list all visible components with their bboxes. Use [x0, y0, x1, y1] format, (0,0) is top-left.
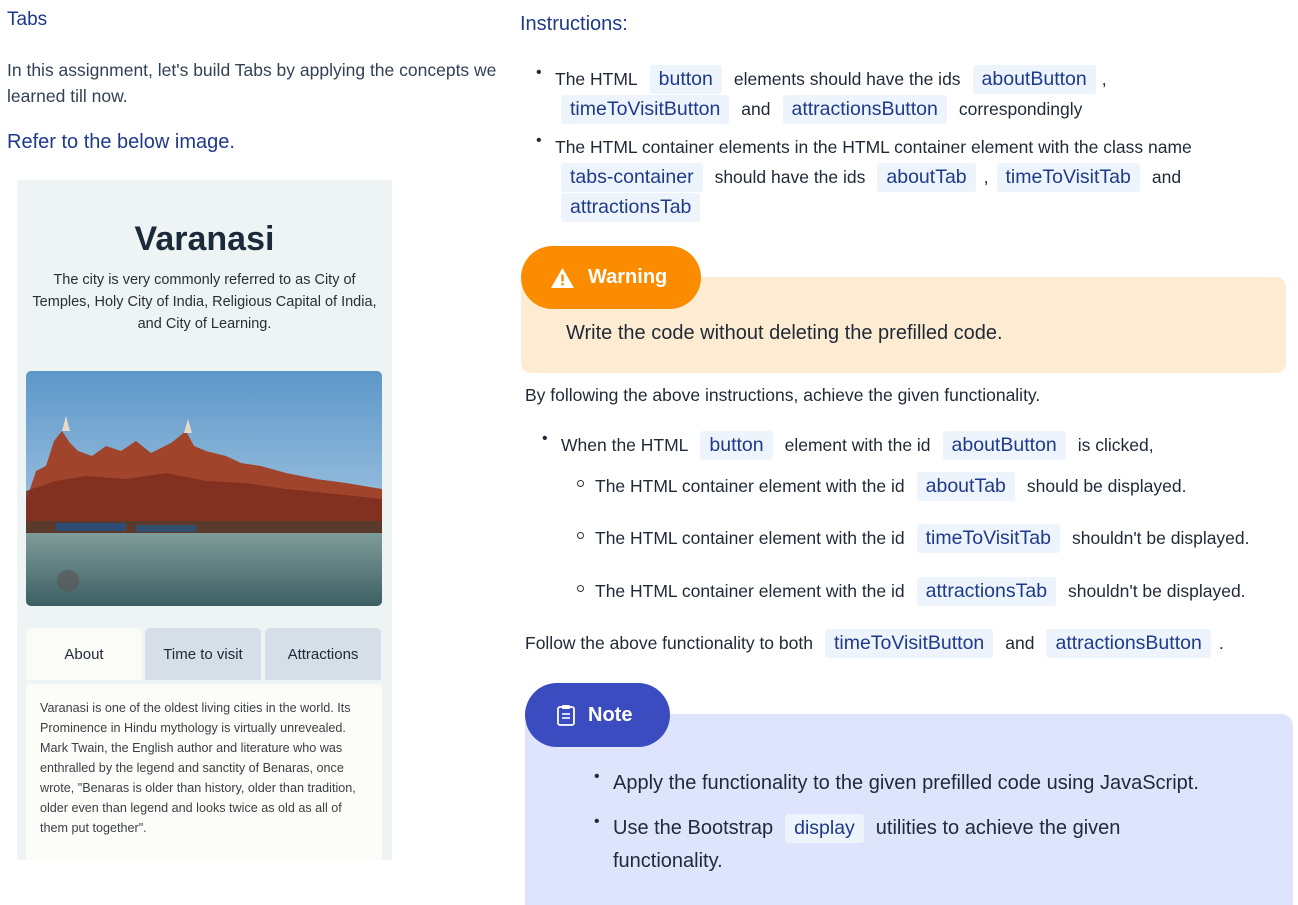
code-time-to-visit-button-2: timeToVisitButton [824, 628, 994, 658]
note-item-1: Apply the functionality to the given pre… [580, 768, 1199, 798]
note-item-2: Use the Bootstrap display utilities to a… [580, 813, 1120, 843]
note-label: Note [588, 703, 633, 726]
preview-heading: Varanasi [134, 220, 275, 258]
varanasi-photo [26, 371, 382, 606]
code-about-button: aboutButton [972, 64, 1096, 94]
follow-text: Follow the above functionality to both t… [525, 628, 1224, 658]
warning-text: Write the code without deleting the pref… [566, 322, 1003, 344]
warning-label: Warning [588, 266, 668, 288]
code-about-button-2: aboutButton [942, 430, 1066, 460]
cursor-indicator [57, 570, 79, 592]
clipboard-icon [556, 704, 576, 726]
note-item-2-cont: functionality. [613, 849, 723, 872]
tab-attractions[interactable]: Attractions [265, 628, 381, 680]
reference-image: Varanasi The city is very commonly refer… [17, 180, 392, 860]
preview-description: The city is very commonly referred to as… [32, 272, 377, 332]
tab-about[interactable]: About [26, 628, 142, 680]
code-button-2: button [700, 430, 773, 460]
code-tabs-container: tabs-container [561, 162, 703, 192]
sub-item-1: The HTML container element with the id a… [525, 471, 1186, 501]
following-text: By following the above instructions, ach… [525, 385, 1041, 405]
tab-content-text: Varanasi is one of the oldest living cit… [40, 701, 356, 835]
code-display: display [785, 813, 864, 843]
code-attractions-button-2: attractionsButton [1046, 628, 1211, 658]
instructions-heading: Instructions: [520, 13, 628, 35]
warning-icon [550, 267, 575, 289]
code-attractions-tab: attractionsTab [561, 192, 701, 222]
warning-badge: Warning [521, 246, 701, 309]
assignment-title: Tabs [7, 9, 48, 30]
code-time-to-visit-tab: timeToVisitTab [996, 162, 1140, 192]
code-attractions-button: attractionsButton [782, 94, 947, 124]
sub-item-2: The HTML container element with the id t… [525, 523, 1250, 553]
note-badge: Note [525, 683, 670, 747]
code-button: button [649, 64, 722, 94]
tab-content: Varanasi is one of the oldest living cit… [26, 684, 382, 860]
assignment-intro: In this assignment, let's build Tabs by … [7, 60, 497, 106]
refer-text: Refer to the below image. [7, 131, 235, 153]
tab-time-to-visit[interactable]: Time to visit [145, 628, 261, 680]
left-panel: Tabs In this assignment, let's build Tab… [0, 0, 512, 905]
code-about-tab: aboutTab [877, 162, 976, 192]
code-time-to-visit-button: timeToVisitButton [561, 94, 730, 124]
sub-item-3: The HTML container element with the id a… [525, 576, 1246, 606]
